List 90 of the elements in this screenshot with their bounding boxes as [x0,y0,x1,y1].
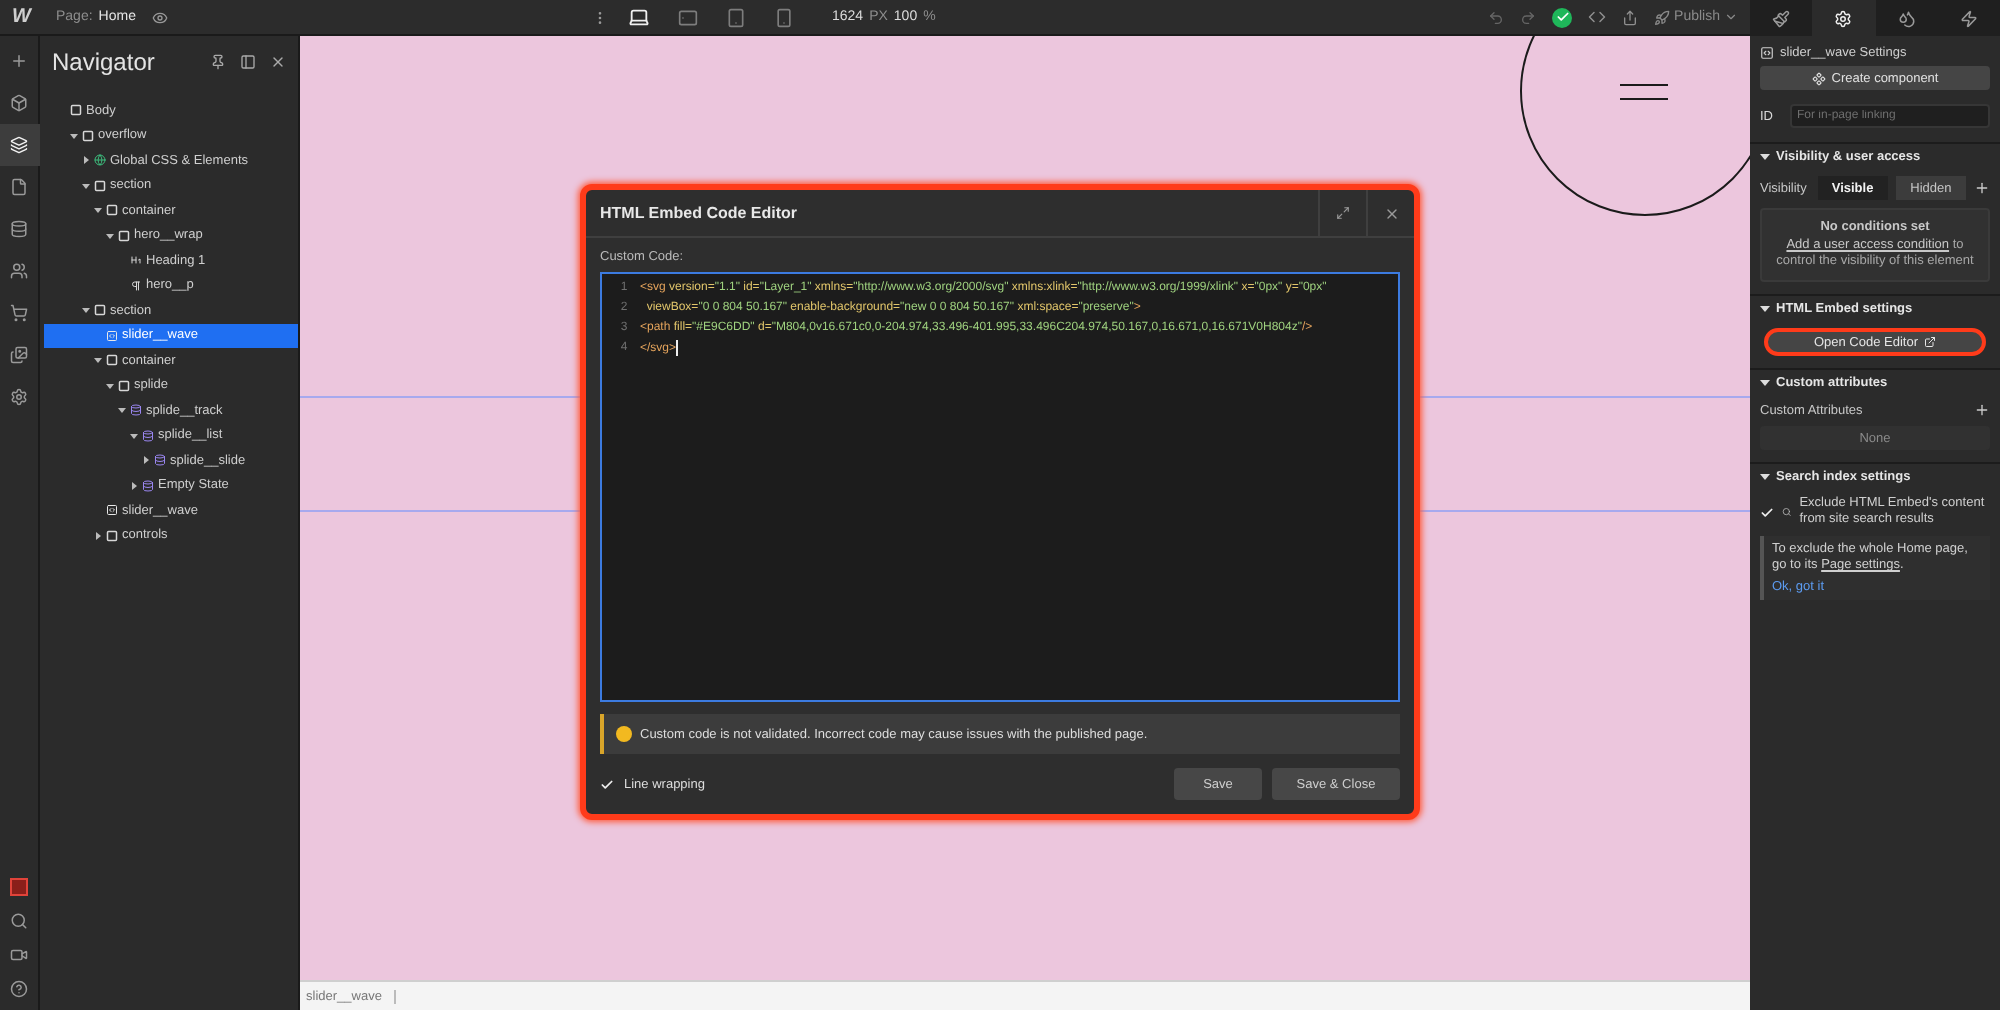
cube-icon [10,94,28,112]
collapsed-caret-icon[interactable] [93,531,101,540]
embed-icon [106,504,118,517]
expanded-caret-icon[interactable] [81,306,89,315]
box-icon [70,104,82,117]
expanded-caret-icon[interactable] [69,131,77,140]
help-icon [10,980,28,998]
paragraph-icon [130,279,142,292]
tablet-icon [725,7,746,27]
code-icon [1588,8,1607,26]
pin-icon [210,54,226,70]
eye-icon [151,9,168,25]
close-icon [1383,205,1399,221]
menu-icon [1620,84,1668,100]
expanded-caret-icon[interactable] [117,406,125,415]
cart-icon [10,304,28,322]
laptop-icon [628,6,651,28]
panel-title: Navigator [52,48,155,76]
embed-icon [1760,46,1774,60]
check-icon [600,777,614,791]
globe-icon [94,154,106,167]
exclude-checkbox[interactable] [1760,505,1774,519]
video-icon [10,946,28,964]
collapsed-caret-icon[interactable] [129,481,137,490]
collection-icon [142,479,154,492]
add-icon [1974,180,1991,196]
expanded-caret-icon[interactable] [105,381,113,390]
embed-icon [106,329,118,342]
record-icon [10,878,28,896]
box-icon [94,179,106,192]
database-icon [10,220,28,238]
component-icon [1811,71,1826,85]
panel-icon [240,54,256,70]
box-icon [106,204,118,217]
expanded-caret-icon[interactable] [93,206,101,215]
redo-icon [1520,9,1537,25]
box-icon [94,304,106,317]
brush-icon [1772,9,1791,27]
add-icon [1974,402,1990,418]
add-button[interactable] [1974,180,1991,196]
dialog-title: HTML Embed Code Editor [600,204,798,222]
settings-icon [1834,9,1853,27]
status-check-icon [1552,7,1573,27]
rocket-icon [1654,9,1671,25]
page-icon [10,178,28,196]
images-icon [10,346,28,364]
search-icon [10,912,28,930]
box-icon [118,229,130,242]
design-canvas[interactable] [300,36,1750,980]
expanded-caret-icon [1760,151,1770,161]
expanded-caret-icon[interactable] [129,431,137,440]
close-icon [270,54,286,70]
add-icon [10,52,28,70]
check-icon [1760,505,1774,519]
search-icon [1782,504,1792,520]
expanded-caret-icon [1760,377,1770,387]
expand-icon [1336,206,1350,220]
expanded-caret-icon [1760,471,1770,481]
collapsed-caret-icon[interactable] [81,156,89,165]
share-icon [1622,9,1639,25]
expanded-caret-icon[interactable] [81,181,89,190]
sidebar-tool[interactable] [0,124,39,166]
drops-icon [1897,9,1916,27]
settings-icon [10,388,28,406]
expanded-caret-icon [1760,303,1770,313]
collection-icon [154,454,166,467]
layers-icon [10,136,28,154]
logo[interactable]: W [12,6,48,28]
external-link-icon [1924,336,1937,348]
chevron-down-icon [1724,10,1738,24]
phone-icon [773,7,794,27]
box-icon [106,529,118,542]
panel-tab[interactable] [1812,0,1875,36]
code-editor[interactable] [600,272,1400,702]
expanded-caret-icon[interactable] [105,231,113,240]
undo-icon [1488,9,1505,25]
expanded-caret-icon[interactable] [93,356,101,365]
box-icon [82,129,94,142]
users-icon [10,262,28,280]
collection-icon [142,429,154,442]
warning-icon [616,726,632,742]
line-wrapping-checkbox[interactable] [600,777,614,791]
heading-icon [130,254,142,267]
tablet-icon [677,7,698,27]
box-icon [106,354,118,367]
lightning-icon [1959,9,1978,27]
box-icon [118,379,130,392]
collection-icon [130,404,142,417]
add-button[interactable] [1974,402,1990,418]
collapsed-caret-icon[interactable] [141,456,149,465]
